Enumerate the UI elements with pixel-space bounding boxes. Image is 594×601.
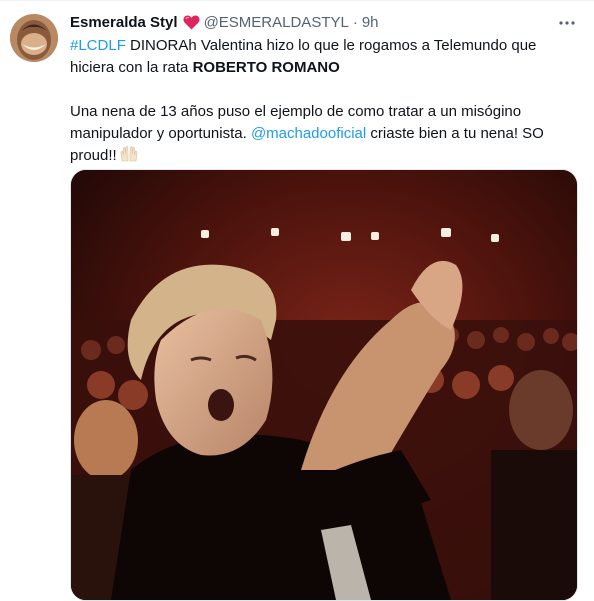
tweet-line1-bold: ROBERTO ROMANO xyxy=(192,59,340,76)
heart-icon xyxy=(183,15,200,30)
tweet-paragraph-1: #LCDLF DINORAh Valentina hizo lo que le … xyxy=(70,35,570,79)
more-options-button[interactable] xyxy=(556,12,578,34)
user-handle[interactable]: @ESMERALDASTYL xyxy=(204,14,349,31)
mention-link[interactable]: @machadooficial xyxy=(251,125,366,142)
tweet-paragraph-2: Una nena de 13 años puso el ejemplo de c… xyxy=(70,101,570,167)
timestamp[interactable]: 9h xyxy=(362,14,379,31)
tweet[interactable]: Esmeralda Styl @ESMERALDASTYL · 9h #LCDL… xyxy=(0,0,594,601)
separator-dot: · xyxy=(352,13,358,31)
tweet-media-gif[interactable] xyxy=(70,169,578,601)
raising-hands-icon xyxy=(120,146,138,162)
more-options-icon xyxy=(559,21,575,25)
tweet-header: Esmeralda Styl @ESMERALDASTYL · 9h xyxy=(70,11,379,33)
hashtag-link[interactable]: #LCDLF xyxy=(70,37,126,54)
avatar[interactable] xyxy=(10,14,58,62)
display-name[interactable]: Esmeralda Styl xyxy=(70,14,178,31)
tweet-text: #LCDLF DINORAh Valentina hizo lo que le … xyxy=(70,35,570,167)
